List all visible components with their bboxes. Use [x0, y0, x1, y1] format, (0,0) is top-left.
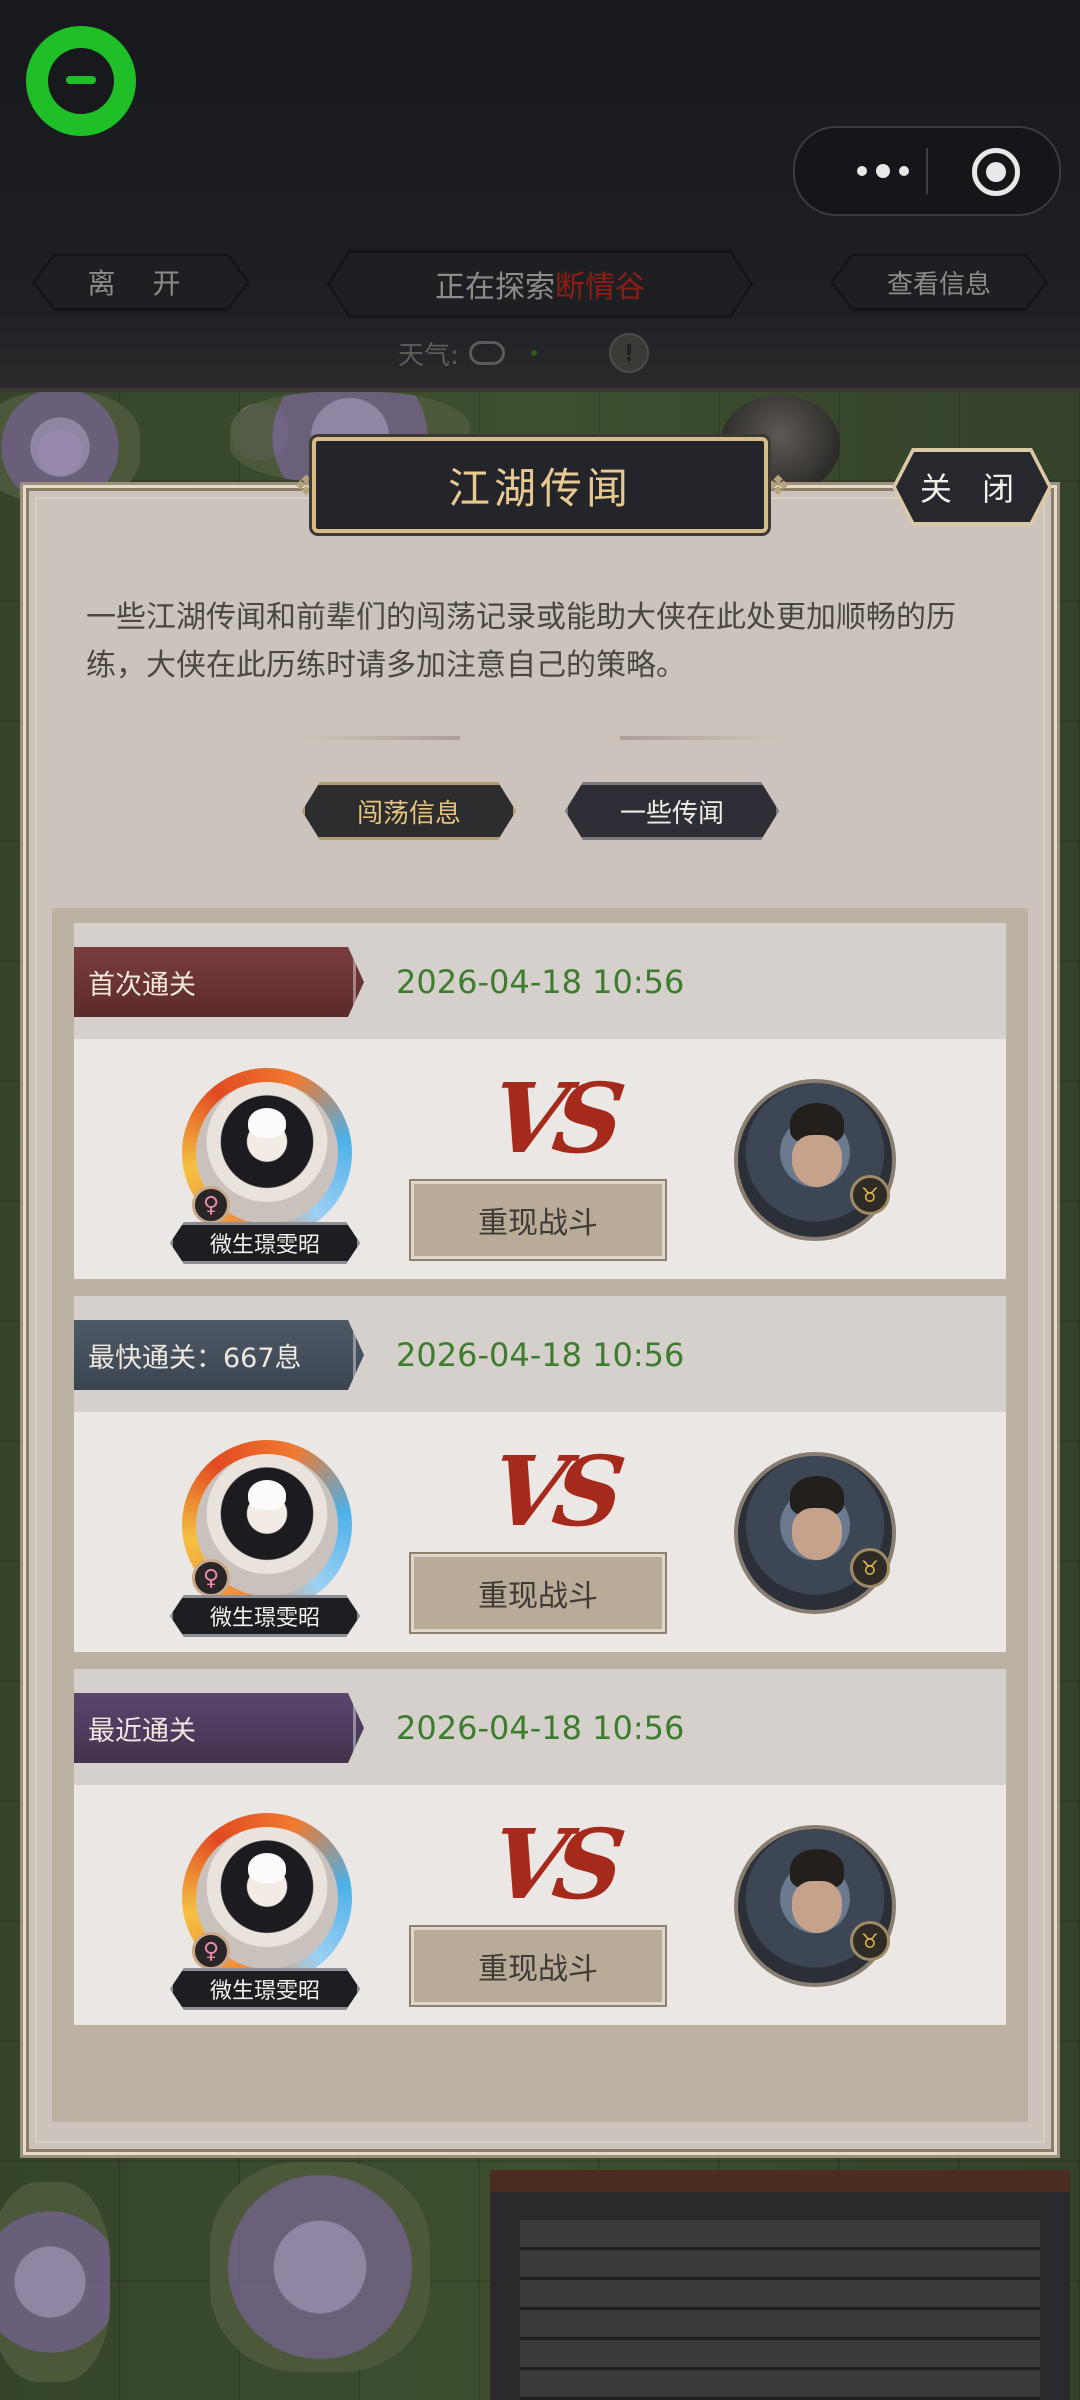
- hero-name-plate: 微生璟雯昭: [170, 1595, 360, 1637]
- vs-emblem: VS: [484, 1062, 620, 1175]
- panel-description: 一些江湖传闻和前辈们的闯荡记录或能助大侠在此处更加顺畅的历练，大侠在此历练时请多…: [86, 600, 956, 683]
- enemy-avatar[interactable]: [734, 1452, 896, 1614]
- app-logo-icon[interactable]: [26, 26, 136, 136]
- tab-adventure-info[interactable]: 闯荡信息: [302, 782, 516, 840]
- mini-program-capsule: [793, 126, 1061, 216]
- record-time: 2026-04-18 10:56: [396, 1336, 685, 1374]
- vs-emblem: VS: [484, 1808, 620, 1921]
- flower-bush: [210, 2162, 430, 2372]
- target-icon[interactable]: [972, 148, 1020, 196]
- close-button[interactable]: 关 闭: [892, 448, 1052, 526]
- exploring-location: 断情谷: [555, 270, 645, 305]
- weather-label: 天气:: [398, 340, 459, 371]
- replay-battle-button[interactable]: 重现战斗: [411, 1181, 665, 1259]
- weather-warning-icon[interactable]: !: [609, 333, 649, 373]
- building-roof: [490, 2170, 1070, 2400]
- record-time: 2026-04-18 10:56: [396, 1709, 685, 1747]
- view-info-label: 查看信息: [886, 269, 991, 300]
- female-gender-icon: ♀: [192, 1186, 230, 1224]
- hero-name-plate: 微生璟雯昭: [170, 1222, 360, 1264]
- top-bar: 离 开 正在探索 断情谷 查看信息 天气: !: [0, 0, 1080, 392]
- vs-emblem: VS: [484, 1435, 620, 1548]
- replay-battle-button[interactable]: 重现战斗: [411, 1927, 665, 2005]
- weather-indicator: 天气:: [398, 333, 537, 373]
- capsule-divider: [926, 148, 928, 194]
- replay-battle-button[interactable]: 重现战斗: [411, 1554, 665, 1632]
- divider-right: [620, 736, 780, 740]
- female-gender-icon: ♀: [192, 1932, 230, 1970]
- record-tag: 最近通关: [74, 1693, 364, 1763]
- exploring-status-bar: 正在探索 断情谷: [327, 250, 753, 318]
- flower-bush: [0, 2182, 110, 2382]
- enemy-avatar[interactable]: [734, 1079, 896, 1241]
- view-info-button[interactable]: 查看信息: [830, 253, 1048, 311]
- record-tag: 首次通关: [74, 947, 364, 1017]
- leave-button-label: 离 开: [87, 267, 195, 300]
- hero-name-plate: 微生璟雯昭: [170, 1968, 360, 2010]
- record-tag: 最快通关：667息: [74, 1320, 364, 1390]
- wind-icon: [468, 341, 505, 365]
- record-time: 2026-04-18 10:56: [396, 963, 685, 1001]
- enemy-avatar[interactable]: [734, 1825, 896, 1987]
- exploring-prefix: 正在探索: [435, 270, 555, 305]
- weather-dot: [530, 350, 537, 356]
- close-button-label: 关 闭: [919, 470, 1025, 508]
- panel-title: 江湖传闻: [312, 437, 768, 533]
- leave-button[interactable]: 离 开: [32, 253, 250, 311]
- female-gender-icon: ♀: [192, 1559, 230, 1597]
- more-dots-icon[interactable]: [835, 128, 931, 214]
- ox-badge-icon: ♉: [850, 1921, 890, 1961]
- ox-badge-icon: ♉: [850, 1548, 890, 1588]
- ox-badge-icon: ♉: [850, 1175, 890, 1215]
- tab-rumors[interactable]: 一些传闻: [565, 782, 779, 840]
- divider-left: [300, 736, 460, 740]
